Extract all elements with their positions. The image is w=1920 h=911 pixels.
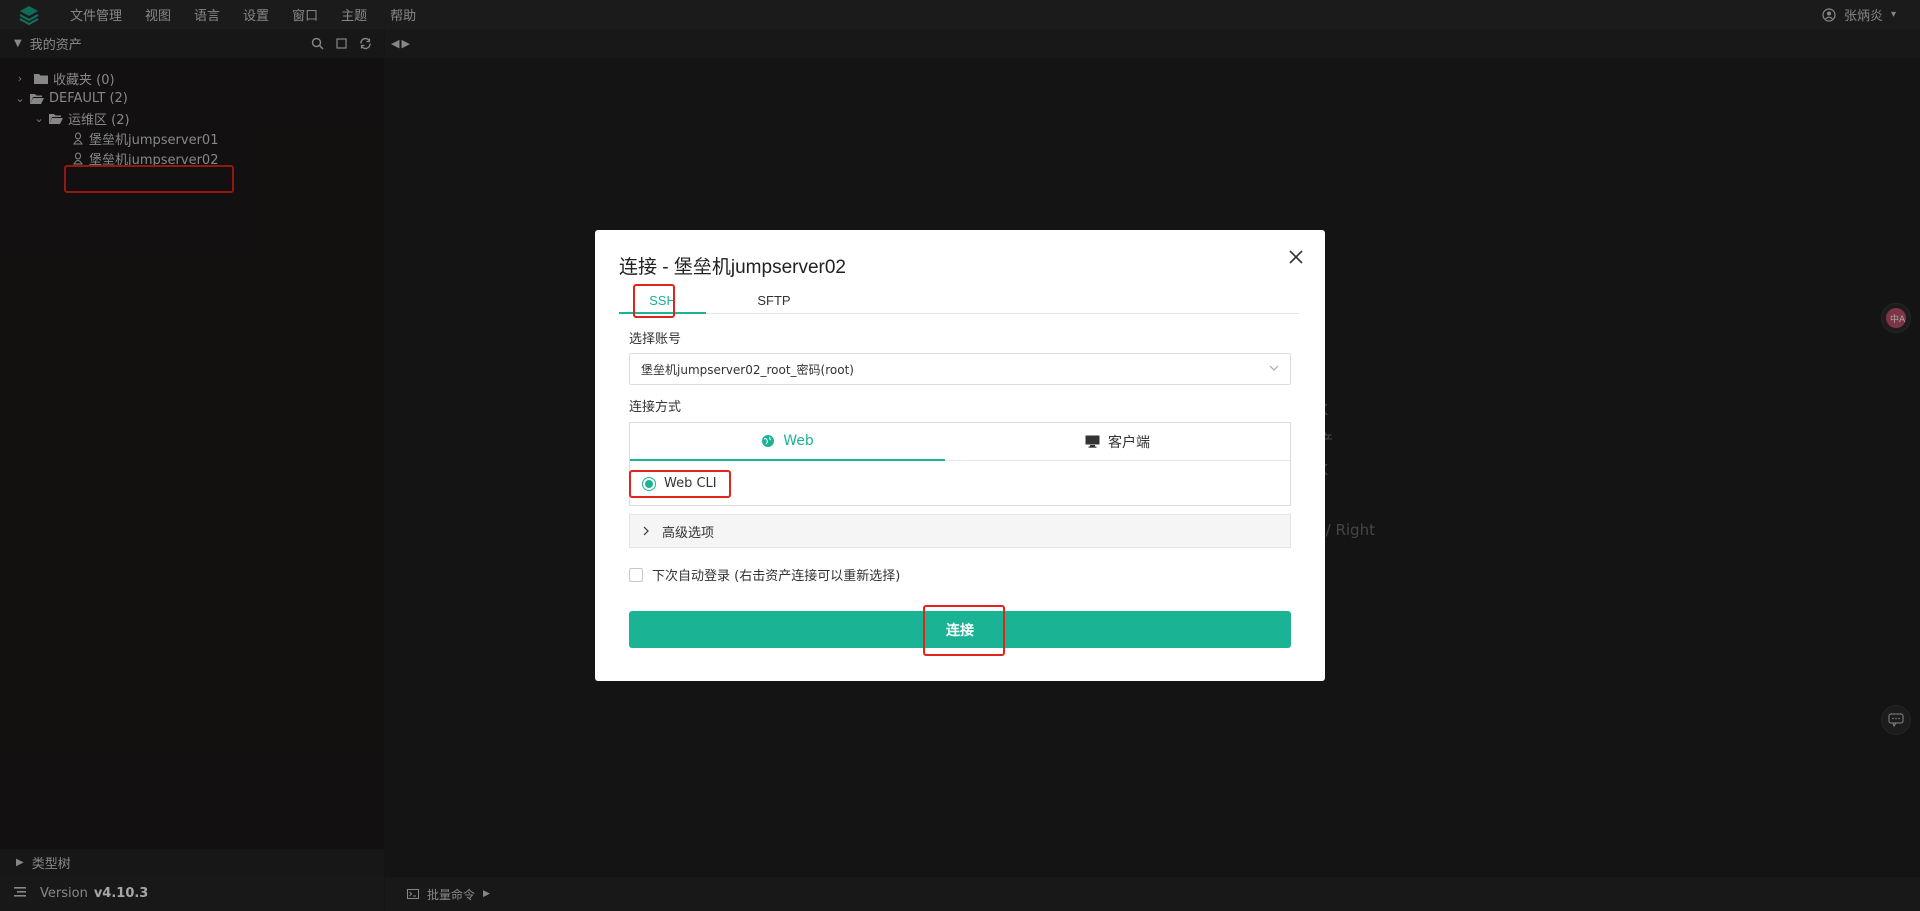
account-select[interactable]: 堡垒机jumpserver02_root_密码(root) xyxy=(629,353,1291,385)
advanced-label: 高级选项 xyxy=(662,525,715,541)
protocol-tabs: SSH SFTP xyxy=(619,284,1299,318)
connect-button[interactable]: 连接 xyxy=(629,611,1291,648)
account-label: 选择账号 xyxy=(629,332,682,347)
web-cli-option[interactable]: Web CLI xyxy=(642,476,717,491)
auto-login-checkbox[interactable] xyxy=(629,567,643,582)
connect-dialog: 连接 - 堡垒机jumpserver02 SSH SFTP 选择账号 堡垒机ju… xyxy=(595,230,1325,681)
advanced-options[interactable]: 高级选项 xyxy=(629,514,1291,548)
monitor-icon xyxy=(1085,435,1100,448)
tab-web-label: Web xyxy=(783,433,814,449)
auto-login-option[interactable]: 下次自动登录 (右击资产连接可以重新选择) xyxy=(629,565,900,584)
method-label: 连接方式 xyxy=(629,400,682,415)
web-cli-label: Web CLI xyxy=(664,476,717,491)
account-value: 堡垒机jumpserver02_root_密码(root) xyxy=(641,362,854,377)
tab-sftp[interactable]: SFTP xyxy=(737,288,811,313)
tab-web[interactable]: Web xyxy=(630,423,945,461)
tab-client[interactable]: 客户端 xyxy=(945,423,1290,461)
radio-button[interactable] xyxy=(642,476,656,491)
auto-login-label: 下次自动登录 (右击资产连接可以重新选择) xyxy=(652,569,901,584)
connection-method-box: Web 客户端 Web CLI xyxy=(629,422,1291,506)
globe-icon xyxy=(762,435,775,447)
tab-client-label: 客户端 xyxy=(1108,434,1150,451)
tab-ssh[interactable]: SSH xyxy=(619,288,706,314)
dialog-title: 连接 - 堡垒机jumpserver02 xyxy=(619,257,846,278)
chevron-right-icon xyxy=(643,526,649,536)
close-icon[interactable] xyxy=(1285,246,1307,268)
chevron-down-icon xyxy=(1268,362,1280,377)
